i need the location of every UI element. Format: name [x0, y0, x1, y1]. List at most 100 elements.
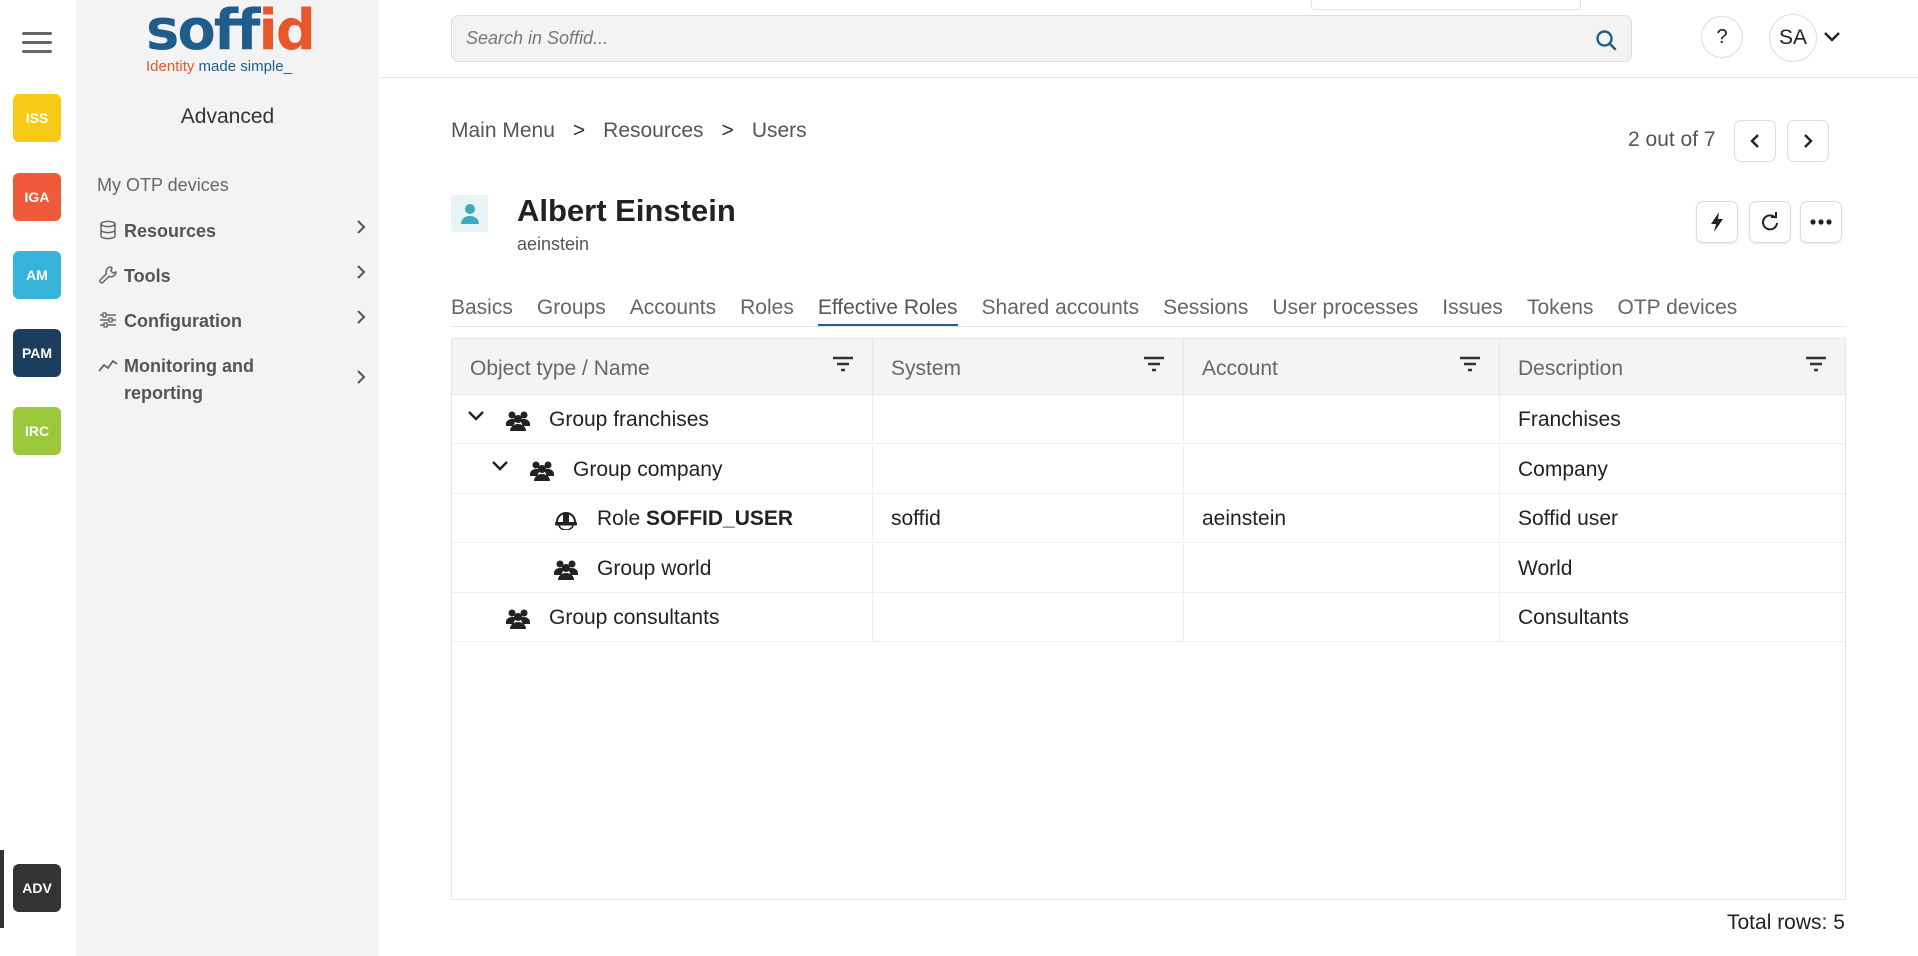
top-bar: ? SA [379, 0, 1918, 78]
row-type: Group [573, 458, 632, 481]
module-label: AM [26, 267, 48, 283]
chevron-right-icon [1804, 134, 1813, 148]
column-header-name[interactable]: Object type / Name [452, 339, 873, 395]
wrench-icon [99, 266, 117, 284]
sidebar-item-monitoring[interactable]: Monitoring and reporting [98, 353, 368, 407]
logo-tagline: Identity made simple_ [146, 58, 292, 75]
row-object-name: SOFFID_USER [646, 507, 794, 530]
tab-effective-roles[interactable]: Effective Roles [817, 296, 958, 326]
group-icon [530, 461, 554, 481]
tab-issues[interactable]: Issues [1442, 296, 1503, 326]
row-name: Role SOFFID_USER [597, 507, 793, 531]
module-irc-button[interactable]: IRC [13, 407, 61, 455]
group-icon [506, 609, 530, 629]
column-header-description[interactable]: Description [1500, 339, 1845, 395]
module-adv-button[interactable]: ADV [13, 864, 61, 912]
breadcrumb: Main Menu > Resources > Users [451, 119, 807, 143]
tab-basics[interactable]: Basics [451, 296, 513, 326]
sidebar-item-configuration[interactable]: Configuration [98, 308, 368, 335]
filter-icon[interactable] [1805, 355, 1827, 373]
cell-system [873, 593, 1184, 642]
cell-description: Soffid user [1518, 507, 1619, 530]
help-button[interactable]: ? [1701, 16, 1743, 58]
total-rows-label: Total rows: 5 [1727, 911, 1845, 934]
cell-account: aeinstein [1184, 494, 1500, 543]
column-header-label: Object type / Name [470, 357, 650, 380]
tab-shared-accounts[interactable]: Shared accounts [982, 296, 1140, 326]
module-iss-button[interactable]: ISS [13, 94, 61, 142]
filter-icon[interactable] [1459, 355, 1481, 373]
column-header-label: Description [1518, 357, 1624, 380]
person-icon [460, 203, 479, 224]
module-am-button[interactable]: AM [13, 251, 61, 299]
chevron-down-icon[interactable] [491, 459, 509, 473]
tab-sessions[interactable]: Sessions [1163, 296, 1248, 326]
filter-icon[interactable] [832, 355, 854, 373]
tab-roles[interactable]: Roles [740, 296, 794, 326]
column-header-label: Account [1202, 357, 1278, 380]
table-row[interactable]: Role SOFFID_USER soffid aeinstein Soffid… [452, 494, 1845, 543]
chevron-down-icon[interactable] [467, 409, 485, 423]
row-type: Group [549, 408, 608, 431]
tab-otp-devices[interactable]: OTP devices [1617, 296, 1737, 326]
module-iga-button[interactable]: IGA [13, 173, 61, 221]
breadcrumb-separator: > [721, 119, 734, 142]
logo-word-a: soff [146, 0, 261, 63]
effective-roles-table: Object type / Name System Account Descri… [451, 338, 1846, 900]
module-label: IGA [24, 189, 50, 205]
tab-divider [451, 326, 1846, 327]
column-header-account[interactable]: Account [1184, 339, 1500, 395]
sidebar-item-label: Tools [124, 266, 171, 286]
filter-icon[interactable] [1143, 355, 1165, 373]
row-name: Group world [597, 557, 711, 581]
more-options-button[interactable] [1800, 201, 1842, 243]
column-header-label: System [891, 357, 962, 380]
group-icon [554, 560, 578, 580]
hamburger-menu-icon[interactable] [22, 32, 52, 54]
tab-accounts[interactable]: Accounts [630, 296, 716, 326]
actions-button[interactable] [1696, 201, 1738, 243]
breadcrumb-main-menu[interactable]: Main Menu [451, 119, 555, 143]
search-bar[interactable] [451, 15, 1632, 62]
next-record-button[interactable] [1787, 120, 1829, 162]
row-name: Group company [573, 458, 722, 482]
page-title: Albert Einstein [517, 193, 736, 228]
user-login: aeinstein [517, 234, 590, 254]
chevron-right-icon [357, 265, 366, 279]
tab-groups[interactable]: Groups [537, 296, 606, 326]
chevron-down-icon[interactable] [1823, 30, 1841, 44]
cell-name: Group consultants [452, 593, 873, 642]
table-row[interactable]: Group world World [452, 544, 1845, 593]
cell-system [873, 544, 1184, 593]
cell-name: Group world [452, 544, 873, 593]
record-pager-text: 2 out of 7 [1628, 128, 1716, 151]
sidebar-item-tools[interactable]: Tools [98, 263, 368, 290]
hidden-tab-edge [1311, 0, 1581, 10]
soffid-logo[interactable]: soffid Identity made simple_ [76, 0, 379, 80]
module-pam-button[interactable]: PAM [13, 329, 61, 377]
table-header: Object type / Name System Account Descri… [452, 339, 1845, 395]
search-icon[interactable] [1595, 29, 1617, 51]
breadcrumb-separator: > [572, 119, 586, 142]
breadcrumb-users[interactable]: Users [752, 119, 807, 143]
tab-tokens[interactable]: Tokens [1527, 296, 1594, 326]
row-name: Group consultants [549, 606, 719, 630]
cell-system [873, 395, 1184, 444]
tab-user-processes[interactable]: User processes [1272, 296, 1418, 326]
avatar[interactable]: SA [1769, 14, 1817, 62]
tab-bar: Basics Groups Accounts Roles Effective R… [451, 296, 1761, 326]
table-row[interactable]: Group company Company [452, 445, 1845, 494]
sidebar-item-my-otp-devices[interactable]: My OTP devices [97, 175, 229, 196]
cell-name: Group company [452, 445, 873, 494]
row-object-name: consultants [613, 606, 720, 629]
previous-record-button[interactable] [1734, 120, 1776, 162]
column-header-system[interactable]: System [873, 339, 1184, 395]
breadcrumb-resources[interactable]: Resources [603, 119, 703, 143]
refresh-button[interactable] [1749, 201, 1791, 243]
sidebar-item-resources[interactable]: Resources [98, 218, 368, 245]
table-row[interactable]: Group franchises Franchises [452, 395, 1845, 444]
table-row[interactable]: Group consultants Consultants [452, 593, 1845, 642]
module-label: IRC [24, 423, 50, 439]
row-object-name: world [661, 557, 712, 580]
search-input[interactable] [466, 16, 1566, 61]
